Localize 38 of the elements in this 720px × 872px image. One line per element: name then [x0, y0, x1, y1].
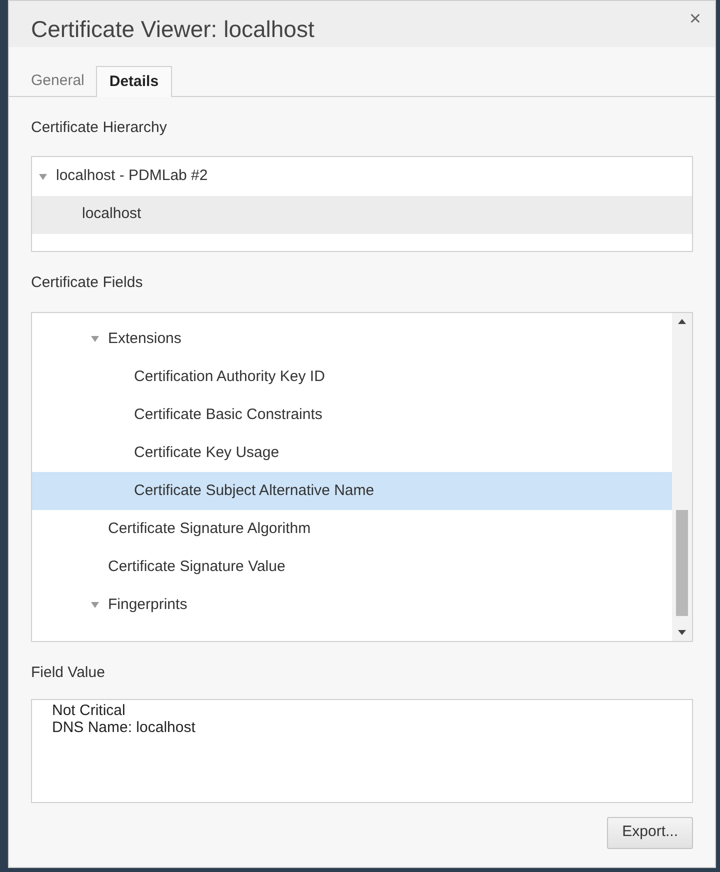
tree-row[interactable]: Extensions [32, 320, 672, 358]
section-label: Certificate Fields [31, 272, 144, 292]
scrollbar[interactable] [672, 313, 692, 641]
tree-label: Fingerprints [108, 594, 188, 615]
tree-label: Certification Authority Key ID [134, 366, 325, 387]
tree-row[interactable]: Certificate Key Usage [32, 434, 672, 472]
scroll-down-icon[interactable] [678, 630, 686, 635]
tree-row[interactable]: Fingerprints [32, 586, 672, 624]
tree-row[interactable]: localhost [32, 196, 692, 234]
field-value-line: Not Critical [52, 702, 126, 718]
expanded-triangle-icon[interactable] [90, 335, 100, 343]
tree-row[interactable]: localhost - PDMLab #2 [32, 158, 692, 196]
close-button[interactable]: × [689, 9, 701, 29]
export-button[interactable]: Export... [607, 816, 693, 848]
field-value-line: DNS Name: localhost [52, 718, 196, 736]
window-title: Certificate Viewer: localhost [31, 14, 314, 44]
tree-row[interactable]: Certification Authority Key ID [32, 358, 672, 396]
tree-label: Certificate Subject Alternative Name [134, 480, 374, 501]
tree-label: Certificate Basic Constraints [134, 404, 322, 425]
scroll-up-icon[interactable] [678, 319, 686, 324]
tab[interactable]: Details [96, 66, 172, 97]
section-label: Certificate Hierarchy [31, 118, 168, 138]
tree-label: localhost [82, 204, 142, 224]
scrollbar-thumb[interactable] [676, 510, 688, 616]
section-label: Field Value [31, 663, 106, 683]
tree-label: localhost - PDMLab #2 [56, 166, 208, 186]
tree-label: Certificate Key Usage [134, 442, 280, 463]
expanded-triangle-icon[interactable] [38, 172, 48, 180]
tree-row[interactable]: Certificate Signature Algorithm [32, 510, 672, 548]
tree-row[interactable]: Certificate Subject Alternative Name [32, 472, 672, 510]
tab[interactable]: General [19, 66, 96, 96]
field-value-box[interactable]: Not Critical DNS Name: localhost [31, 698, 693, 802]
expanded-triangle-icon[interactable] [90, 601, 100, 609]
tree-label: Certificate Signature Algorithm [108, 518, 311, 539]
tree-row[interactable]: Certificate Signature Value [32, 548, 672, 586]
tree-row[interactable]: Certificate Basic Constraints [32, 396, 672, 434]
tree-label: Certificate Signature Value [108, 556, 286, 577]
tree-label: Extensions [108, 328, 182, 349]
